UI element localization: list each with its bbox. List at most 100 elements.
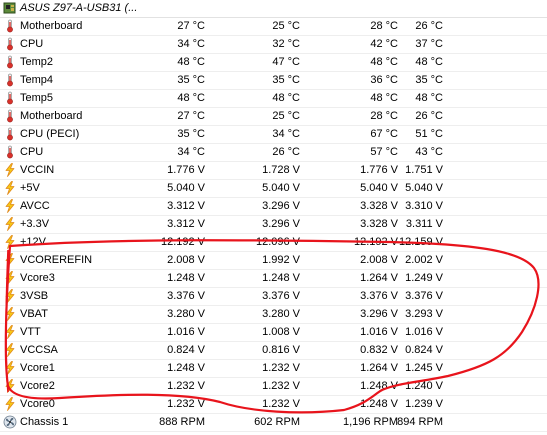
thermometer-icon — [3, 19, 17, 33]
sensor-row[interactable]: VCOREREFIN 2.008 V 1.992 V 2.008 V 2.002 V — [0, 252, 547, 270]
sensor-row[interactable]: CPU (PECI) 35 °C 34 °C 67 °C 51 °C — [0, 126, 547, 144]
sensor-row[interactable]: VBAT 3.280 V 3.280 V 3.296 V 3.293 V — [0, 306, 547, 324]
current-value: 27 °C — [177, 110, 205, 122]
sensor-row[interactable]: AVCC 3.312 V 3.296 V 3.328 V 3.310 V — [0, 198, 547, 216]
current-value: 48 °C — [177, 92, 205, 104]
sensor-row[interactable]: VTT 1.016 V 1.008 V 1.016 V 1.016 V — [0, 324, 547, 342]
thermometer-icon — [3, 37, 17, 51]
average-value: 26 °C — [415, 110, 443, 122]
thermometer-icon — [3, 73, 17, 87]
sensor-label: Temp4 — [20, 74, 54, 86]
min-value: 12.096 V — [255, 236, 300, 248]
sensor-row[interactable]: +12V 12.192 V 12.096 V 12.192 V 12.159 V — [0, 234, 547, 252]
average-value: 3.311 V — [405, 218, 443, 230]
min-value: 3.296 V — [262, 218, 300, 230]
min-value: 47 °C — [272, 56, 300, 68]
sensor-label: Vcore0 — [20, 398, 55, 410]
average-value: 3.376 V — [405, 290, 443, 302]
sensor-label: VBAT — [20, 308, 48, 320]
sensor-label: CPU — [20, 38, 44, 50]
average-value: 2.002 V — [405, 254, 443, 266]
current-value: 48 °C — [177, 56, 205, 68]
current-value: 888 RPM — [159, 416, 205, 428]
min-value: 1.248 V — [262, 272, 300, 284]
voltage-bolt-icon — [3, 397, 17, 411]
sensor-row[interactable]: Temp2 48 °C 47 °C 48 °C 48 °C — [0, 54, 547, 72]
sensor-row[interactable]: VCCIN 1.776 V 1.728 V 1.776 V 1.751 V — [0, 162, 547, 180]
sensor-row[interactable]: Vcore2 1.232 V 1.232 V 1.248 V 1.240 V — [0, 378, 547, 396]
average-value: 48 °C — [415, 92, 443, 104]
sensor-label: Chassis 1 — [20, 416, 69, 428]
average-value: 12.159 V — [398, 236, 443, 248]
sensor-row[interactable]: +3.3V 3.312 V 3.296 V 3.328 V 3.311 V — [0, 216, 547, 234]
sensor-label: CPU (PECI) — [20, 128, 80, 140]
sensor-label: VCCIN — [20, 164, 55, 176]
sensor-row[interactable]: +5V 5.040 V 5.040 V 5.040 V 5.040 V — [0, 180, 547, 198]
voltage-bolt-icon — [3, 271, 17, 285]
sensor-row[interactable]: Vcore0 1.232 V 1.232 V 1.248 V 1.239 V — [0, 396, 547, 414]
voltage-bolt-icon — [3, 379, 17, 393]
min-value: 1.008 V — [262, 326, 300, 338]
sensor-label: Temp5 — [20, 92, 54, 104]
sensor-row[interactable]: Temp4 35 °C 35 °C 36 °C 35 °C — [0, 72, 547, 90]
sensor-table: ASUS Z97-A-USB31 (... Motherboard 27 °C 25… — [0, 0, 547, 432]
average-value: 1.240 V — [405, 380, 443, 392]
average-value: 0.824 V — [405, 344, 443, 356]
sensor-label: Temp2 — [20, 56, 54, 68]
current-value: 34 °C — [177, 146, 205, 158]
min-value: 48 °C — [272, 92, 300, 104]
min-value: 1.232 V — [262, 362, 300, 374]
sensor-row[interactable]: VCCSA 0.824 V 0.816 V 0.832 V 0.824 V — [0, 342, 547, 360]
current-value: 35 °C — [177, 74, 205, 86]
min-value: 1.232 V — [262, 380, 300, 392]
sensor-label: 3VSB — [20, 290, 49, 302]
min-value: 1.992 V — [262, 254, 300, 266]
min-value: 34 °C — [272, 128, 300, 140]
min-value: 602 RPM — [254, 416, 300, 428]
sensor-label: Vcore2 — [20, 380, 55, 392]
device-header-row[interactable]: ASUS Z97-A-USB31 (... — [0, 0, 547, 18]
sensor-row[interactable]: Vcore1 1.248 V 1.232 V 1.264 V 1.245 V — [0, 360, 547, 378]
min-value: 3.280 V — [262, 308, 300, 320]
average-value: 3.293 V — [405, 308, 443, 320]
sensor-label: AVCC — [20, 200, 50, 212]
sensor-row[interactable]: 3VSB 3.376 V 3.376 V 3.376 V 3.376 V — [0, 288, 547, 306]
sensor-row[interactable]: Vcore3 1.248 V 1.248 V 1.264 V 1.249 V — [0, 270, 547, 288]
sensor-row[interactable]: Temp5 48 °C 48 °C 48 °C 48 °C — [0, 90, 547, 108]
sensor-label: CPU — [20, 146, 44, 158]
current-value: 27 °C — [177, 20, 205, 32]
sensor-row[interactable]: CPU 34 °C 26 °C 57 °C 43 °C — [0, 144, 547, 162]
voltage-bolt-icon — [3, 343, 17, 357]
average-value: 26 °C — [415, 20, 443, 32]
min-value: 3.376 V — [262, 290, 300, 302]
thermometer-icon — [3, 145, 17, 159]
average-value: 894 RPM — [397, 416, 443, 428]
current-value: 35 °C — [177, 128, 205, 140]
sensor-row[interactable]: Chassis 1 888 RPM 602 RPM 1,196 RPM 894 RPM — [0, 414, 547, 432]
thermometer-icon — [3, 127, 17, 141]
fan-icon — [3, 415, 17, 429]
voltage-bolt-icon — [3, 289, 17, 303]
sensor-label: VCOREREFIN — [20, 254, 93, 266]
sensor-label: +3.3V — [20, 218, 50, 230]
voltage-bolt-icon — [3, 361, 17, 375]
min-value: 25 °C — [272, 110, 300, 122]
current-value: 1.248 V — [167, 362, 205, 374]
current-value: 3.312 V — [167, 218, 205, 230]
voltage-bolt-icon — [3, 199, 17, 213]
current-value: 5.040 V — [167, 182, 205, 194]
current-value: 12.192 V — [160, 236, 205, 248]
average-value: 37 °C — [415, 38, 443, 50]
sensor-label: Vcore3 — [20, 272, 55, 284]
min-value: 5.040 V — [262, 182, 300, 194]
sensor-row[interactable]: CPU 34 °C 32 °C 42 °C 37 °C — [0, 36, 547, 54]
voltage-bolt-icon — [3, 307, 17, 321]
voltage-bolt-icon — [3, 217, 17, 231]
sensor-row[interactable]: Motherboard 27 °C 25 °C 28 °C 26 °C — [0, 18, 547, 36]
sensor-label: Motherboard — [20, 20, 83, 32]
voltage-bolt-icon — [3, 181, 17, 195]
sensor-row[interactable]: Motherboard 27 °C 25 °C 28 °C 26 °C — [0, 108, 547, 126]
device-title: ASUS Z97-A-USB31 (... — [20, 2, 138, 14]
average-value: 48 °C — [415, 56, 443, 68]
average-value: 1.245 V — [405, 362, 443, 374]
